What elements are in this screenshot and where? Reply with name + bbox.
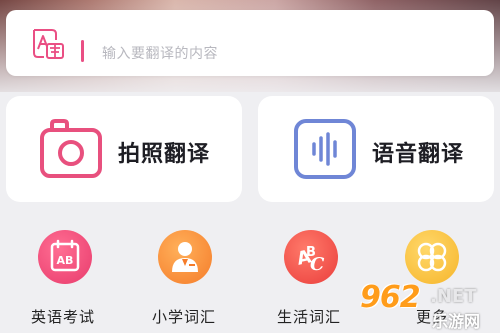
- quick-item-label: 英语考试: [30, 308, 95, 326]
- voice-translate-button[interactable]: 语音翻译: [258, 96, 494, 202]
- search-input[interactable]: 输入要翻译的内容: [102, 43, 218, 63]
- clover-icon: [405, 230, 459, 284]
- quick-item-label: 小学词汇: [151, 308, 216, 326]
- watermark-net: .NET: [430, 286, 477, 307]
- photo-translate-label: 拍照翻译: [118, 142, 211, 167]
- translate-icon: [33, 29, 64, 59]
- student-icon: [158, 230, 212, 284]
- photo-translate-button[interactable]: 拍照翻译: [6, 96, 242, 202]
- watermark-number: 962: [360, 280, 421, 315]
- camera-icon: [40, 119, 102, 178]
- svg-text:AB: AB: [57, 254, 74, 267]
- voice-wave-icon: [294, 119, 356, 179]
- abc-letters-icon: A B C: [284, 230, 338, 284]
- quick-item-life-vocab[interactable]: A B C 生活词汇: [240, 230, 340, 333]
- search-bar[interactable]: 输入要翻译的内容: [6, 10, 494, 76]
- calendar-ab-icon: AB: [38, 230, 92, 284]
- svg-text:C: C: [310, 254, 325, 275]
- search-divider: [81, 40, 84, 62]
- quick-item-label: 生活词汇: [276, 308, 341, 326]
- quick-item-primary-vocab[interactable]: 小学词汇: [115, 230, 215, 333]
- quick-item-english-exam[interactable]: AB 英语考试: [0, 230, 94, 333]
- watermark-site-name: 乐游网: [432, 312, 481, 331]
- site-watermark: 962 .NET 乐游网: [360, 280, 500, 333]
- voice-translate-label: 语音翻译: [372, 142, 465, 167]
